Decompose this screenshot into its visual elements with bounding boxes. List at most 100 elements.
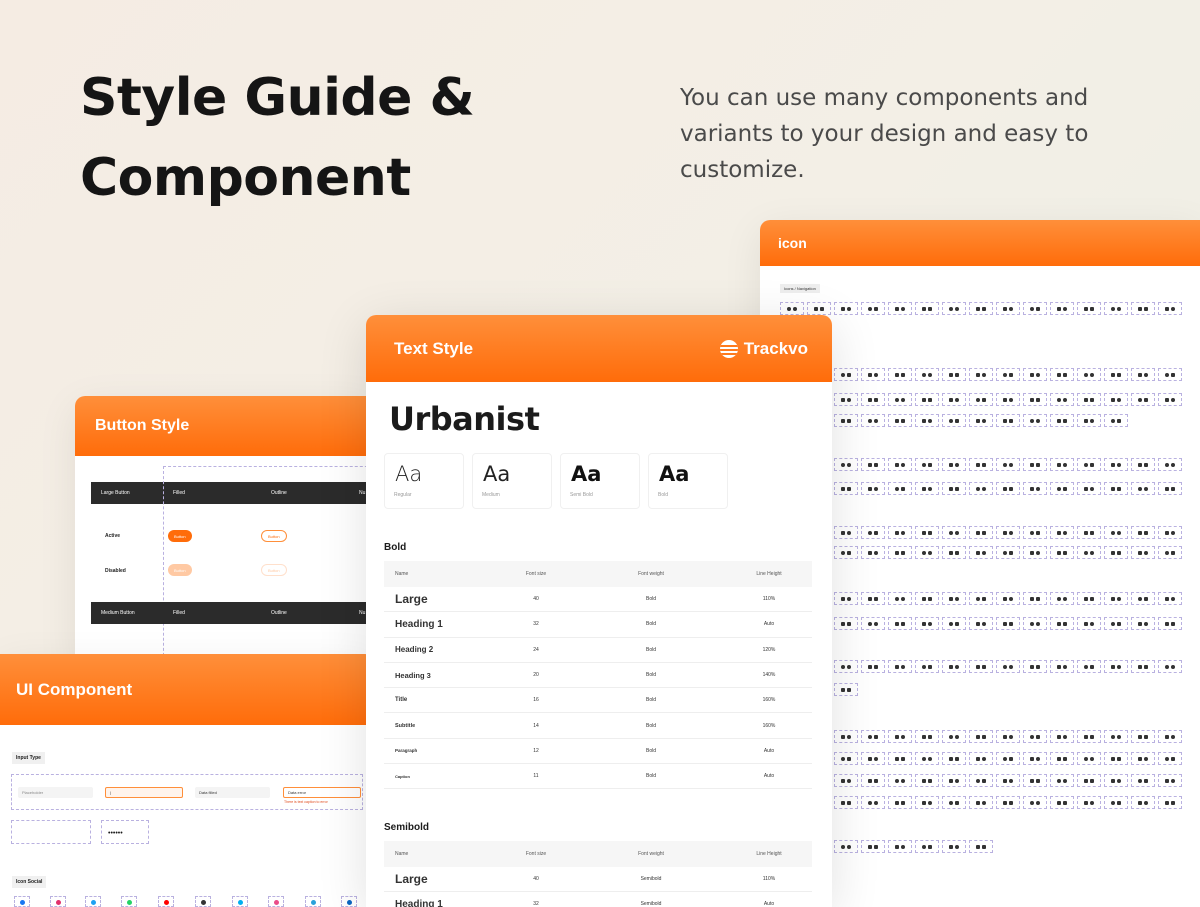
glyph-icon[interactable] <box>861 617 885 630</box>
glyph-icon[interactable] <box>1077 458 1101 471</box>
glyph-icon[interactable] <box>861 730 885 743</box>
youtube-icon[interactable] <box>158 896 174 907</box>
glyph-icon[interactable] <box>1077 546 1101 559</box>
glyph-icon[interactable] <box>942 617 966 630</box>
glyph-icon[interactable] <box>942 592 966 605</box>
glyph-icon[interactable] <box>1131 302 1155 315</box>
glyph-icon[interactable] <box>834 660 858 673</box>
glyph-icon[interactable] <box>969 458 993 471</box>
glyph-icon[interactable] <box>969 393 993 406</box>
glyph-icon[interactable] <box>807 302 831 315</box>
glyph-icon[interactable] <box>969 796 993 809</box>
glyph-icon[interactable] <box>915 393 939 406</box>
glyph-icon[interactable] <box>942 526 966 539</box>
glyph-icon[interactable] <box>1050 526 1074 539</box>
input-filled[interactable]: Data filled <box>195 787 270 798</box>
glyph-icon[interactable] <box>1104 796 1128 809</box>
glyph-icon[interactable] <box>861 660 885 673</box>
glyph-icon[interactable] <box>1050 774 1074 787</box>
glyph-icon[interactable] <box>1131 796 1155 809</box>
glyph-icon[interactable] <box>1077 526 1101 539</box>
glyph-icon[interactable] <box>996 752 1020 765</box>
glyph-icon[interactable] <box>1050 482 1074 495</box>
glyph-icon[interactable] <box>834 683 858 696</box>
glyph-icon[interactable] <box>996 617 1020 630</box>
glyph-icon[interactable] <box>1023 482 1047 495</box>
glyph-icon[interactable] <box>1158 752 1182 765</box>
glyph-icon[interactable] <box>834 752 858 765</box>
glyph-icon[interactable] <box>834 546 858 559</box>
glyph-icon[interactable] <box>942 414 966 427</box>
glyph-icon[interactable] <box>942 730 966 743</box>
glyph-icon[interactable] <box>834 526 858 539</box>
glyph-icon[interactable] <box>888 368 912 381</box>
glyph-icon[interactable] <box>1158 368 1182 381</box>
glyph-icon[interactable] <box>915 617 939 630</box>
glyph-icon[interactable] <box>1131 752 1155 765</box>
glyph-icon[interactable] <box>996 302 1020 315</box>
glyph-icon[interactable] <box>996 526 1020 539</box>
glyph-icon[interactable] <box>1104 752 1128 765</box>
glyph-icon[interactable] <box>1131 393 1155 406</box>
glyph-icon[interactable] <box>1158 774 1182 787</box>
glyph-icon[interactable] <box>996 774 1020 787</box>
glyph-icon[interactable] <box>969 526 993 539</box>
glyph-icon[interactable] <box>1023 414 1047 427</box>
glyph-icon[interactable] <box>861 546 885 559</box>
glyph-icon[interactable] <box>1077 774 1101 787</box>
glyph-icon[interactable] <box>1023 774 1047 787</box>
glyph-icon[interactable] <box>969 302 993 315</box>
glyph-icon[interactable] <box>915 458 939 471</box>
glyph-icon[interactable] <box>1104 393 1128 406</box>
glyph-icon[interactable] <box>1023 368 1047 381</box>
glyph-icon[interactable] <box>1050 617 1074 630</box>
glyph-icon[interactable] <box>1158 617 1182 630</box>
glyph-icon[interactable] <box>1023 302 1047 315</box>
glyph-icon[interactable] <box>996 592 1020 605</box>
glyph-icon[interactable] <box>1023 660 1047 673</box>
glyph-icon[interactable] <box>969 414 993 427</box>
outline-button-active[interactable]: Button <box>261 530 287 542</box>
glyph-icon[interactable] <box>834 414 858 427</box>
glyph-icon[interactable] <box>1131 730 1155 743</box>
input-placeholder[interactable]: Placeholder <box>18 787 93 798</box>
glyph-icon[interactable] <box>915 482 939 495</box>
glyph-icon[interactable] <box>1023 546 1047 559</box>
glyph-icon[interactable] <box>834 368 858 381</box>
glyph-icon[interactable] <box>1104 730 1128 743</box>
glyph-icon[interactable] <box>1104 592 1128 605</box>
dribbble-icon[interactable] <box>268 896 284 907</box>
glyph-icon[interactable] <box>1158 660 1182 673</box>
glyph-icon[interactable] <box>996 546 1020 559</box>
glyph-icon[interactable] <box>915 592 939 605</box>
facebook-icon[interactable] <box>14 896 30 907</box>
input-focused[interactable]: | <box>105 787 183 798</box>
glyph-icon[interactable] <box>1104 482 1128 495</box>
glyph-icon[interactable] <box>888 752 912 765</box>
glyph-icon[interactable] <box>1077 302 1101 315</box>
glyph-icon[interactable] <box>1104 414 1128 427</box>
glyph-icon[interactable] <box>861 482 885 495</box>
glyph-icon[interactable] <box>834 617 858 630</box>
glyph-icon[interactable] <box>1131 368 1155 381</box>
glyph-icon[interactable] <box>942 482 966 495</box>
telegram-icon[interactable] <box>305 896 321 907</box>
glyph-icon[interactable] <box>1050 592 1074 605</box>
glyph-icon[interactable] <box>996 796 1020 809</box>
glyph-icon[interactable] <box>969 752 993 765</box>
glyph-icon[interactable] <box>1131 546 1155 559</box>
glyph-icon[interactable] <box>996 368 1020 381</box>
glyph-icon[interactable] <box>888 660 912 673</box>
glyph-icon[interactable] <box>915 368 939 381</box>
glyph-icon[interactable] <box>1077 414 1101 427</box>
glyph-icon[interactable] <box>861 414 885 427</box>
glyph-icon[interactable] <box>888 526 912 539</box>
glyph-icon[interactable] <box>1158 302 1182 315</box>
glyph-icon[interactable] <box>1158 796 1182 809</box>
glyph-icon[interactable] <box>861 526 885 539</box>
glyph-icon[interactable] <box>942 368 966 381</box>
glyph-icon[interactable] <box>1104 546 1128 559</box>
glyph-icon[interactable] <box>888 393 912 406</box>
glyph-icon[interactable] <box>888 796 912 809</box>
glyph-icon[interactable] <box>1077 368 1101 381</box>
